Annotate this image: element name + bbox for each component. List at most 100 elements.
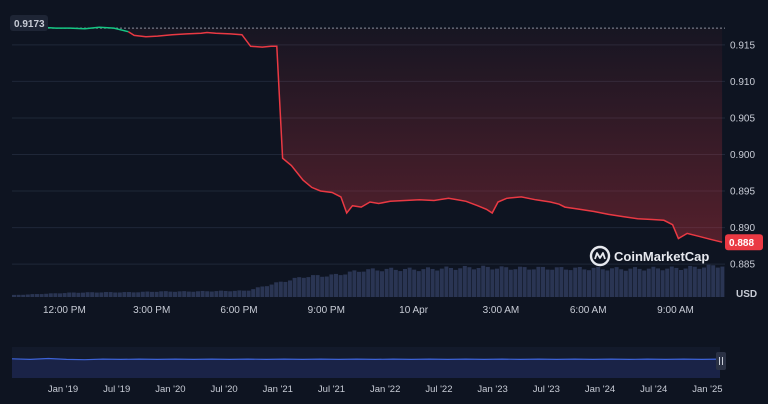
x-axis: 12:00 PM 3:00 PM 6:00 PM 9:00 PM 10 Apr 3:00 … <box>43 305 694 316</box>
volume-bar <box>568 270 573 297</box>
navigator-tick-label: Jan '22 <box>370 384 400 395</box>
volume-bar <box>522 267 527 297</box>
x-tick-label: 3:00 AM <box>483 305 520 316</box>
volume-bar <box>150 291 154 297</box>
x-tick-label: 12:00 PM <box>43 305 86 316</box>
volume-bar <box>527 269 532 297</box>
x-tick-label: 9:00 PM <box>308 305 345 316</box>
volume-bar <box>168 291 173 297</box>
volume-bar <box>550 269 555 297</box>
volume-bar <box>269 284 274 297</box>
volume-bar <box>439 268 444 297</box>
x-tick-label: 6:00 PM <box>220 305 257 316</box>
loss-area <box>128 28 723 243</box>
volume-bar <box>108 292 113 297</box>
volume-bar <box>315 275 320 297</box>
volume-bar <box>646 268 651 297</box>
volume-bar <box>444 266 449 297</box>
volume-bar <box>430 268 435 297</box>
volume-bar <box>380 271 384 297</box>
volume-bar <box>412 269 417 297</box>
volume-bar <box>651 266 656 297</box>
volume-bar <box>177 291 182 297</box>
volume-bar <box>720 266 725 297</box>
volume-bar <box>228 291 233 297</box>
volume-bar <box>564 269 568 297</box>
volume-bar <box>191 291 196 297</box>
volume-bar <box>393 269 398 297</box>
y-tick-label: 0.895 <box>730 187 755 198</box>
volume-bar <box>278 281 283 297</box>
volume-bar <box>481 265 486 297</box>
navigator-tick-label: Jul '19 <box>103 384 130 395</box>
navigator-tick-label: Jul '20 <box>211 384 238 395</box>
volume-bar <box>637 268 642 297</box>
volume-bar <box>476 267 481 297</box>
volume-bar <box>173 291 177 297</box>
open-price-badge: 0.9173 <box>10 15 48 31</box>
navigator-handle[interactable] <box>716 352 726 370</box>
volume-bar <box>90 292 95 297</box>
volume-bar <box>39 294 44 297</box>
volume-bar <box>76 292 81 297</box>
watermark-text: CoinMarketCap <box>614 249 709 264</box>
y-tick-label: 0.885 <box>730 260 755 271</box>
volume-bar <box>117 292 122 297</box>
volume-bar <box>573 267 578 297</box>
volume-bar <box>384 268 389 297</box>
volume-bar <box>591 267 596 297</box>
navigator-tick-label: Jan '23 <box>477 384 507 395</box>
volume-bar <box>186 291 191 297</box>
volume-bar <box>389 267 394 297</box>
y-tick-label: 0.905 <box>730 113 755 124</box>
y-tick-label: 0.900 <box>730 150 755 161</box>
volume-bar <box>352 270 357 297</box>
volume-bar <box>357 271 361 297</box>
volume-bar <box>633 267 637 297</box>
volume-bar <box>504 267 509 297</box>
price-chart: 0.915 0.910 0.905 0.900 0.895 0.890 0.885 12:0… <box>10 15 763 395</box>
volume-bar <box>136 292 141 297</box>
volume-bar <box>140 291 145 297</box>
volume-bar <box>196 291 200 297</box>
volume-bar <box>30 294 35 297</box>
volume-bar <box>25 294 30 297</box>
navigator[interactable]: Jan '19 Jul '19 Jan '20 Jul '20 Jan '21 Jul '… <box>11 347 726 395</box>
y-tick-label: 0.910 <box>730 77 755 88</box>
y-tick-label: 0.890 <box>730 223 755 234</box>
volume-bar <box>656 268 660 297</box>
price-area <box>128 28 723 243</box>
volume-bar <box>458 268 463 297</box>
volume-bar <box>205 291 210 297</box>
volume-bar <box>697 268 702 297</box>
volume-bar <box>711 265 716 297</box>
navigator-x-axis: Jan '19 Jul '19 Jan '20 Jul '20 Jan '21 Jul '… <box>48 384 723 395</box>
volume-bar <box>62 293 67 297</box>
volume-bar <box>600 269 605 297</box>
volume-bar <box>614 267 619 297</box>
volume-bar <box>274 282 279 297</box>
x-tick-label: 9:00 AM <box>657 305 694 316</box>
volume-bar <box>472 269 476 297</box>
volume-bar <box>44 293 49 297</box>
volume-bar <box>347 271 352 297</box>
volume-bar <box>301 277 306 297</box>
volume-bar <box>499 266 504 297</box>
volume-bar <box>407 267 412 297</box>
volume-bar <box>292 277 297 297</box>
volume-bar <box>182 291 187 297</box>
volume-bar <box>421 269 426 297</box>
volume-bar <box>283 281 288 297</box>
volume-bar <box>334 273 338 297</box>
volume-bar <box>375 270 380 297</box>
volume-bar <box>541 266 545 297</box>
volume-bar <box>605 270 610 297</box>
volume-bar <box>554 267 559 297</box>
volume-bar <box>223 290 228 297</box>
volume-bar <box>265 286 269 297</box>
volume-bar <box>582 269 587 297</box>
volume-bar <box>674 267 679 297</box>
x-tick-label: 3:00 PM <box>133 305 170 316</box>
volume-bar <box>623 270 628 297</box>
volume-bar <box>361 271 366 297</box>
